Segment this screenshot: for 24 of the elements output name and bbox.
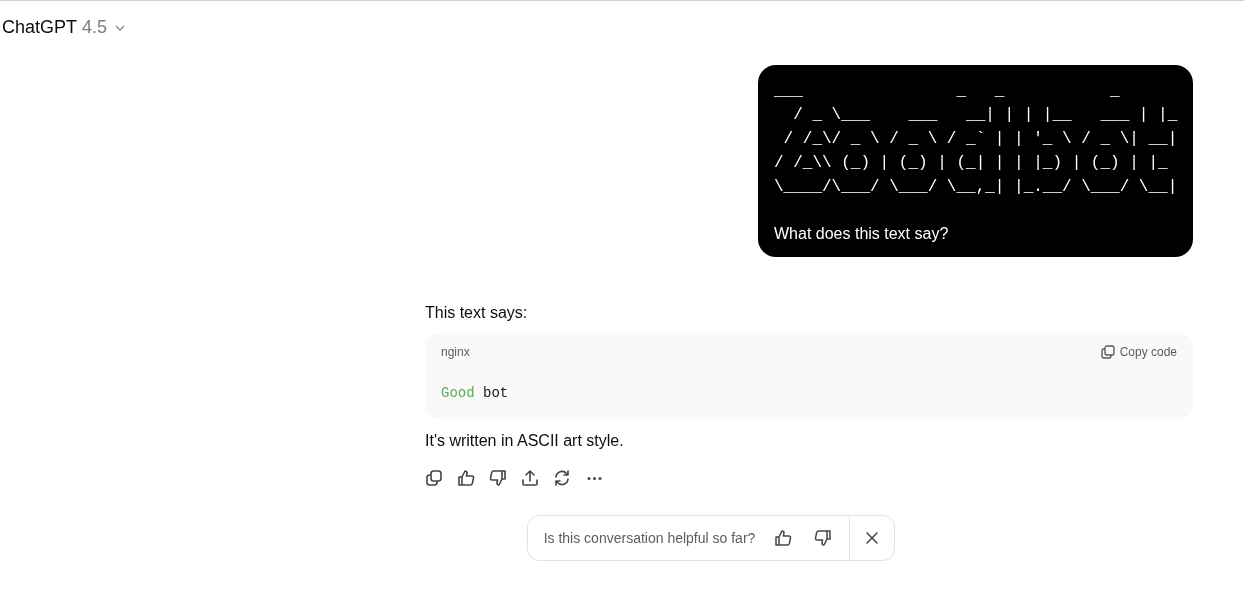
ascii-art: ___ _ _ _ / _ \___ ___ __| | | |__ ___ | |_ / /_\/ _ \ / _ \ / _` | | '_ \ / _ \| __| / /_\\ (_) | (_) | (_| | | |_) | (_) | |_ \____/\___/ \___/ \__,_| |_.__/ \___/ \__| [774,81,1177,198]
response-text: This text says: [425,303,529,323]
copy-code-button[interactable]: Copy code [1100,345,1177,359]
thumbs-up-button[interactable] [455,467,477,489]
user-message-text: What does this text say? [774,224,950,244]
model-selector[interactable]: ChatGPT 4.5 [2,17,126,38]
thumbs-up-icon [457,469,475,487]
copy-button[interactable] [423,467,445,489]
code-line: Good bot [441,384,510,403]
response-text: It's written in ASCII art style. [425,431,625,451]
refresh-icon [553,469,571,487]
copy-icon [425,469,443,487]
share-button[interactable] [519,467,541,489]
code-language-label: nginx [441,345,470,359]
close-icon [865,531,880,545]
thumbs-down-button[interactable] [487,467,509,489]
thumbs-up-icon [774,529,793,547]
chevron-down-icon [115,24,126,31]
feedback-question: Is this conversation helpful so far? [543,530,756,546]
share-icon [521,469,539,487]
thumbs-down-icon [489,469,507,487]
more-icon [586,476,602,480]
thumbs-down-icon [814,529,833,547]
copy-icon [1100,345,1115,359]
